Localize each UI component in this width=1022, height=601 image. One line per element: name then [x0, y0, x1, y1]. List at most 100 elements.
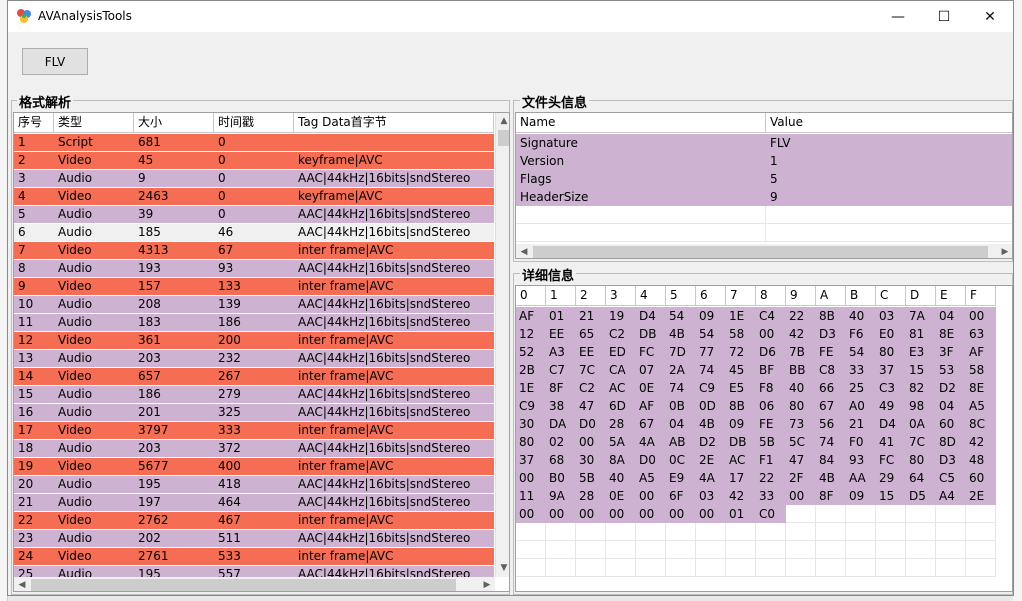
hex-byte[interactable]: 00: [696, 505, 726, 523]
hex-byte[interactable]: 9A: [546, 487, 576, 505]
hex-byte[interactable]: 0D: [696, 397, 726, 415]
title-bar[interactable]: AVAnalysisTools — ☐ ✕: [8, 1, 1013, 32]
hex-byte[interactable]: FE: [816, 343, 846, 361]
hex-byte[interactable]: 58: [726, 325, 756, 343]
hex-byte[interactable]: E3: [906, 343, 936, 361]
tag-grid[interactable]: 序号 类型 大小 时间戳 Tag Data首字节 1 Script 681 0 2 Video 45…: [13, 112, 510, 592]
close-button[interactable]: ✕: [967, 1, 1013, 32]
hex-byte[interactable]: AA: [846, 469, 876, 487]
hex-byte[interactable]: 30: [516, 415, 546, 433]
hex-byte[interactable]: 67: [816, 397, 846, 415]
hex-byte[interactable]: 2E: [966, 487, 996, 505]
scroll-down-icon[interactable]: ▼: [496, 560, 509, 576]
hex-byte[interactable]: 33: [846, 361, 876, 379]
hex-byte[interactable]: 2A: [666, 361, 696, 379]
table-row[interactable]: HeaderSize 9: [516, 188, 1012, 206]
hex-byte[interactable]: 81: [906, 325, 936, 343]
hex-byte[interactable]: 73: [786, 415, 816, 433]
hex-column-header[interactable]: A: [816, 286, 846, 306]
hex-byte[interactable]: D5: [906, 487, 936, 505]
tag-grid-vscroll-thumb[interactable]: [498, 130, 509, 146]
hex-column-header[interactable]: C: [876, 286, 906, 306]
header-info-hscroll-thumb[interactable]: [533, 246, 988, 258]
hex-byte[interactable]: 12: [516, 325, 546, 343]
hex-byte[interactable]: 2B: [516, 361, 546, 379]
hex-byte[interactable]: 7C: [906, 433, 936, 451]
hex-byte[interactable]: F0: [846, 433, 876, 451]
hex-byte[interactable]: 1E: [516, 379, 546, 397]
hex-byte[interactable]: 00: [516, 505, 546, 523]
hex-column-header[interactable]: 7: [726, 286, 756, 306]
hex-byte[interactable]: 6D: [606, 397, 636, 415]
table-row[interactable]: 17 Video 3797 333 inter frame|AVC: [14, 422, 494, 440]
table-row[interactable]: 3 Audio 9 0 AAC|44kHz|16bits|sndStereo: [14, 170, 494, 188]
hex-byte[interactable]: 56: [816, 415, 846, 433]
hex-byte[interactable]: 01: [546, 307, 576, 325]
table-row[interactable]: 20 Audio 195 418 AAC|44kHz|16bits|sndStereo: [14, 476, 494, 494]
hex-byte[interactable]: 22: [786, 307, 816, 325]
scroll-up-icon[interactable]: ▲: [496, 113, 509, 129]
hex-byte[interactable]: 72: [726, 343, 756, 361]
hex-byte[interactable]: AC: [606, 379, 636, 397]
hex-byte[interactable]: A5: [966, 397, 996, 415]
hex-byte[interactable]: 58: [966, 361, 996, 379]
table-row[interactable]: 12 Video 361 200 inter frame|AVC: [14, 332, 494, 350]
hex-byte[interactable]: 8E: [936, 325, 966, 343]
hex-byte[interactable]: 40: [606, 469, 636, 487]
hex-byte[interactable]: 63: [966, 325, 996, 343]
hex-byte[interactable]: 8F: [546, 379, 576, 397]
hex-byte[interactable]: 0B: [666, 397, 696, 415]
hex-byte[interactable]: B0: [546, 469, 576, 487]
hex-byte[interactable]: FC: [876, 451, 906, 469]
hex-byte[interactable]: FC: [636, 343, 666, 361]
hex-byte[interactable]: 37: [876, 361, 906, 379]
table-row[interactable]: 10 Audio 208 139 AAC|44kHz|16bits|sndStereo: [14, 296, 494, 314]
table-row[interactable]: 7 Video 4313 67 inter frame|AVC: [14, 242, 494, 260]
hex-byte[interactable]: 5B: [576, 469, 606, 487]
hex-byte[interactable]: 19: [606, 307, 636, 325]
hex-byte[interactable]: E0: [876, 325, 906, 343]
hex-byte[interactable]: 8E: [966, 379, 996, 397]
hex-byte[interactable]: 8D: [936, 433, 966, 451]
hex-byte[interactable]: D6: [756, 343, 786, 361]
hex-byte[interactable]: 60: [966, 469, 996, 487]
hex-byte[interactable]: 15: [876, 487, 906, 505]
table-row[interactable]: 18 Audio 203 372 AAC|44kHz|16bits|sndStereo: [14, 440, 494, 458]
hex-column-header[interactable]: F: [966, 286, 996, 306]
hex-byte[interactable]: 04: [666, 415, 696, 433]
hex-byte[interactable]: 65: [576, 325, 606, 343]
hex-byte[interactable]: C0: [756, 505, 786, 523]
table-row[interactable]: 19 Video 5677 400 inter frame|AVC: [14, 458, 494, 476]
hex-byte[interactable]: 74: [666, 379, 696, 397]
hex-byte[interactable]: 40: [846, 307, 876, 325]
hex-byte[interactable]: 42: [726, 487, 756, 505]
hex-byte[interactable]: 8B: [726, 397, 756, 415]
hex-byte[interactable]: 64: [906, 469, 936, 487]
hex-byte[interactable]: E9: [666, 469, 696, 487]
hex-byte[interactable]: AF: [516, 307, 546, 325]
hex-byte[interactable]: C2: [606, 325, 636, 343]
hex-byte[interactable]: 42: [786, 325, 816, 343]
hex-column-header[interactable]: B: [846, 286, 876, 306]
hex-byte[interactable]: 00: [546, 505, 576, 523]
hex-byte[interactable]: 8B: [816, 307, 846, 325]
hex-byte[interactable]: C3: [876, 379, 906, 397]
hex-byte[interactable]: 52: [516, 343, 546, 361]
hex-byte[interactable]: 21: [846, 415, 876, 433]
hex-byte[interactable]: 48: [966, 451, 996, 469]
hex-byte[interactable]: A4: [936, 487, 966, 505]
hex-byte[interactable]: C2: [576, 379, 606, 397]
hex-byte[interactable]: AF: [636, 397, 666, 415]
hex-byte[interactable]: 2E: [696, 451, 726, 469]
hex-byte[interactable]: 68: [546, 451, 576, 469]
hex-byte[interactable]: 47: [576, 397, 606, 415]
hex-byte[interactable]: 00: [786, 487, 816, 505]
column-header[interactable]: Value: [766, 113, 1012, 133]
hex-byte[interactable]: [906, 505, 936, 523]
hex-byte[interactable]: EE: [576, 343, 606, 361]
hex-byte[interactable]: 25: [846, 379, 876, 397]
column-header[interactable]: Tag Data首字节: [294, 113, 494, 133]
hex-column-header[interactable]: 1: [546, 286, 576, 306]
hex-byte[interactable]: 00: [576, 505, 606, 523]
hex-byte[interactable]: 09: [726, 415, 756, 433]
